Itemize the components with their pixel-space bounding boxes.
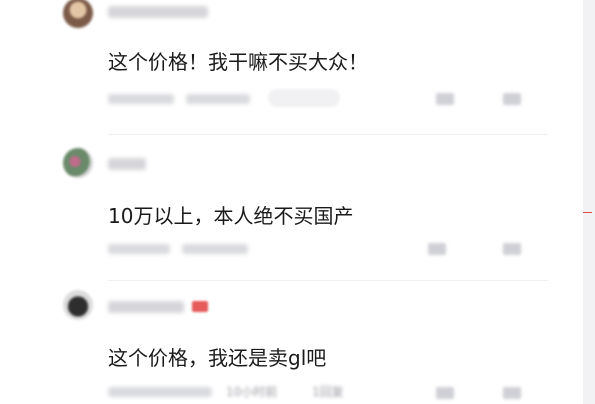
comment-divider — [108, 134, 548, 135]
comment-divider — [108, 280, 548, 281]
comment-text: 10万以上，本人绝不买国产 — [108, 204, 354, 228]
comment-text: 这个价格，我还是卖gl吧 — [108, 346, 327, 370]
comment-time-blurred — [186, 94, 250, 104]
comment-icon[interactable] — [503, 387, 521, 399]
badge-tag — [192, 301, 208, 312]
reply-pill-blurred[interactable] — [268, 89, 340, 107]
like-icon[interactable] — [436, 93, 454, 105]
comment-location-blurred — [108, 387, 212, 397]
comment-time-blurred — [182, 244, 248, 254]
reply-count[interactable]: 1回复 — [312, 383, 344, 400]
scroll-position-marker — [583, 212, 592, 213]
comment-icon[interactable] — [503, 243, 521, 255]
like-icon[interactable] — [436, 387, 454, 399]
comment-time: 10小时前 — [226, 385, 278, 399]
comment-text: 这个价格！我干嘛不买大众！ — [108, 50, 368, 74]
username-blurred[interactable] — [108, 6, 208, 18]
avatar[interactable] — [63, 0, 93, 28]
avatar[interactable] — [63, 148, 93, 178]
scrollbar[interactable] — [583, 0, 595, 404]
comment-location-blurred — [108, 244, 170, 254]
comment-location-blurred — [108, 94, 174, 104]
username-blurred[interactable] — [108, 158, 146, 170]
comment-icon[interactable] — [503, 93, 521, 105]
username-blurred[interactable] — [108, 301, 184, 313]
avatar[interactable] — [63, 290, 93, 320]
like-icon[interactable] — [428, 243, 446, 255]
